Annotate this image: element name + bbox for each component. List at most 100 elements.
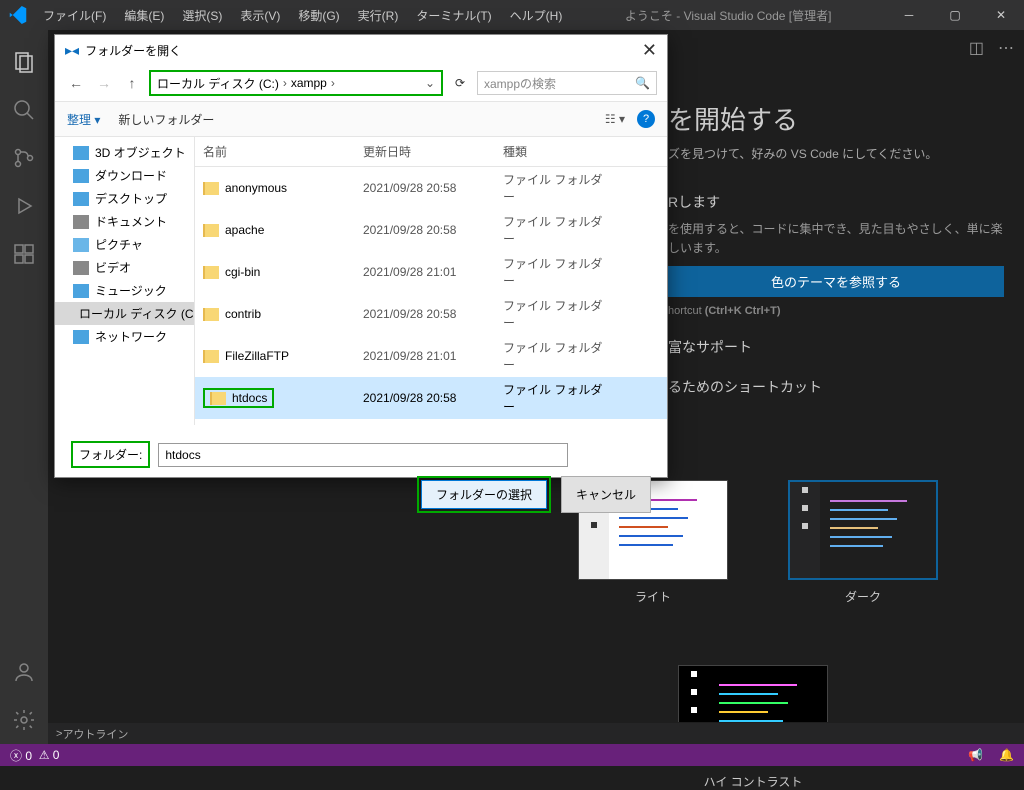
file-date: 2021/09/28 20:58 — [355, 219, 495, 241]
nav-back-icon[interactable]: ← — [65, 75, 87, 91]
search-icon[interactable] — [0, 86, 48, 134]
column-type[interactable]: 種類 — [495, 137, 615, 166]
file-row[interactable]: cgi-bin2021/09/28 21:01ファイル フォルダー — [195, 251, 667, 293]
settings-gear-icon[interactable] — [0, 696, 48, 744]
file-name: cgi-bin — [225, 265, 260, 279]
file-row[interactable]: img2021/09/28 20:58ファイル フォルダー — [195, 419, 667, 425]
menu-view[interactable]: 表示(V) — [232, 3, 288, 28]
breadcrumb-disk[interactable]: ローカル ディスク (C:) — [157, 75, 279, 92]
status-errors[interactable]: ⓧ 0 — [10, 747, 32, 764]
tree-item[interactable]: ミュージック — [55, 279, 194, 302]
file-row[interactable]: FileZillaFTP2021/09/28 21:01ファイル フォルダー — [195, 335, 667, 377]
select-folder-button[interactable]: フォルダーの選択 — [421, 480, 547, 509]
cancel-button[interactable]: キャンセル — [561, 476, 651, 513]
close-icon[interactable]: ✕ — [978, 0, 1024, 30]
maximize-icon[interactable]: ▢ — [932, 0, 978, 30]
tree-item[interactable]: ピクチャ — [55, 233, 194, 256]
extensions-icon[interactable] — [0, 230, 48, 278]
minimize-icon[interactable]: ─ — [886, 0, 932, 30]
window-title: ようこそ - Visual Studio Code [管理者] — [570, 7, 886, 24]
chevron-down-icon[interactable]: ⌄ — [425, 76, 435, 90]
folder-icon — [203, 350, 219, 363]
theme-dark[interactable]: ダーク — [788, 480, 938, 605]
menu-selection[interactable]: 選択(S) — [174, 3, 230, 28]
breadcrumb[interactable]: ローカル ディスク (C:) › xampp › ⌄ — [149, 70, 443, 96]
menu-go[interactable]: 移動(G) — [290, 3, 347, 28]
file-date: 2021/09/28 20:58 — [355, 303, 495, 325]
nav-up-icon[interactable]: ↑ — [121, 75, 143, 91]
explorer-icon[interactable] — [0, 38, 48, 86]
menu-file[interactable]: ファイル(F) — [35, 3, 114, 28]
search-input[interactable]: xamppの検索 🔍 — [477, 71, 657, 95]
column-date[interactable]: 更新日時 — [355, 137, 495, 166]
dialog-close-icon[interactable]: ✕ — [642, 40, 657, 61]
status-warnings[interactable]: ⚠ 0 — [39, 748, 60, 762]
file-row[interactable]: anonymous2021/09/28 20:58ファイル フォルダー — [195, 167, 667, 209]
welcome-subtitle: ズを見つけて、好みの VS Code にしてください。 — [668, 145, 1004, 162]
menu-run[interactable]: 実行(R) — [350, 3, 407, 28]
outline-panel[interactable]: > アウトライン — [48, 722, 1024, 744]
tree-item[interactable]: ドキュメント — [55, 210, 194, 233]
section-title: Rします — [668, 192, 1004, 212]
new-folder-button[interactable]: 新しいフォルダー — [118, 111, 214, 128]
refresh-icon[interactable]: ⟳ — [449, 76, 471, 90]
file-list[interactable]: 名前 更新日時 種類 anonymous2021/09/28 20:58ファイル… — [195, 137, 667, 425]
accounts-icon[interactable] — [0, 648, 48, 696]
file-name: FileZillaFTP — [225, 349, 289, 363]
feedback-icon[interactable]: 📢 — [968, 748, 983, 762]
menu-terminal[interactable]: ターミナル(T) — [408, 3, 499, 28]
file-date: 2021/09/28 21:01 — [355, 345, 495, 367]
menu-help[interactable]: ヘルプ(H) — [502, 3, 571, 28]
folder-icon — [73, 169, 89, 183]
notifications-icon[interactable]: 🔔 — [999, 748, 1014, 762]
file-date: 2021/09/28 20:58 — [355, 387, 495, 409]
split-editor-icon[interactable]: ◫ — [969, 38, 984, 58]
file-type: ファイル フォルダー — [495, 209, 615, 251]
tree-label: ネットワーク — [95, 328, 167, 345]
file-name: htdocs — [232, 391, 267, 405]
tree-item[interactable]: ローカル ディスク (C — [55, 302, 194, 325]
tree-item[interactable]: ネットワーク — [55, 325, 194, 348]
more-actions-icon[interactable]: ⋯ — [998, 38, 1014, 58]
tree-item[interactable]: ダウンロード — [55, 164, 194, 187]
status-bar: ⓧ 0 ⚠ 0 📢 🔔 — [0, 744, 1024, 766]
folder-icon — [203, 182, 219, 195]
folder-icon — [210, 392, 226, 405]
file-name: contrib — [225, 307, 261, 321]
search-icon: 🔍 — [635, 76, 650, 90]
folder-icon — [73, 330, 89, 344]
file-row[interactable]: htdocs2021/09/28 20:58ファイル フォルダー — [195, 377, 667, 419]
nav-tree[interactable]: 3D オブジェクトダウンロードデスクトップドキュメントピクチャビデオミュージック… — [55, 137, 195, 425]
theme-label: ライト — [578, 588, 728, 605]
dialog-title: フォルダーを開く — [85, 42, 181, 59]
file-row[interactable]: apache2021/09/28 20:58ファイル フォルダー — [195, 209, 667, 251]
nav-forward-icon[interactable]: → — [93, 75, 115, 91]
run-debug-icon[interactable] — [0, 182, 48, 230]
section-title: 富なサポート — [668, 337, 1004, 357]
view-options-icon[interactable]: ☷ ▾ — [605, 112, 625, 126]
folder-icon — [73, 238, 89, 252]
file-row[interactable]: contrib 2021/09/28 20:58ファイル フォルダー — [195, 293, 667, 335]
file-type: ファイル フォルダー — [495, 293, 615, 335]
source-control-icon[interactable] — [0, 134, 48, 182]
tree-label: ローカル ディスク (C — [79, 305, 194, 322]
folder-label: フォルダー: — [71, 441, 150, 468]
organize-button[interactable]: 整理 ▾ — [67, 111, 100, 128]
tree-item[interactable]: ビデオ — [55, 256, 194, 279]
help-icon[interactable]: ? — [637, 110, 655, 128]
tree-label: デスクトップ — [95, 190, 167, 207]
tree-item[interactable]: デスクトップ — [55, 187, 194, 210]
menu-edit[interactable]: 編集(E) — [116, 3, 172, 28]
tree-label: 3D オブジェクト — [95, 144, 186, 161]
folder-icon — [73, 284, 89, 298]
tree-item[interactable]: 3D オブジェクト — [55, 141, 194, 164]
section-title: るためのショートカット — [668, 377, 1004, 397]
browse-themes-button[interactable]: 色のテーマを参照する — [668, 266, 1004, 297]
chevron-right-icon: › — [331, 76, 335, 90]
column-name[interactable]: 名前 — [195, 137, 355, 166]
theme-label: ダーク — [788, 588, 938, 605]
folder-name-input[interactable] — [158, 443, 568, 467]
breadcrumb-folder[interactable]: xampp — [291, 76, 327, 90]
menu-bar: ファイル(F) 編集(E) 選択(S) 表示(V) 移動(G) 実行(R) ター… — [35, 3, 570, 28]
search-placeholder: xamppの検索 — [484, 75, 556, 92]
